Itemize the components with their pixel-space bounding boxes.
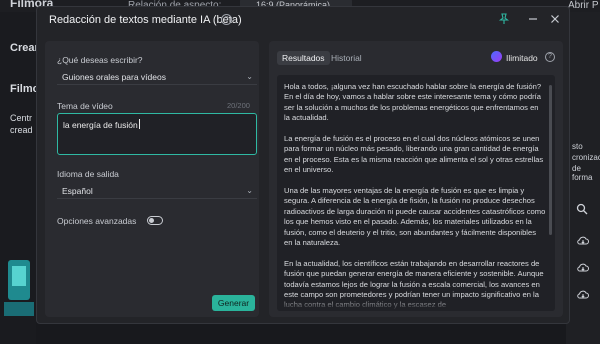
text-caret [138,119,140,129]
right-panel-text-2: cronizac [572,153,600,162]
search-icon[interactable] [576,203,588,215]
advanced-options-label: Opciones avanzadas [57,216,137,226]
language-value: Español [62,186,93,196]
cloud-download-icon[interactable] [577,236,589,246]
sidebar-item-center[interactable]: Centr [10,113,32,123]
tab-results[interactable]: Resultados [277,51,330,65]
result-text-area[interactable]: Hola a todos, ¡alguna vez han escuchado … [277,75,555,311]
topic-char-counter: 20/200 [227,101,250,110]
generate-button[interactable]: Generar [212,295,255,311]
plan-help-icon[interactable]: ? [545,52,555,62]
close-icon[interactable] [549,13,561,25]
cloud-download-icon-2[interactable] [577,263,589,273]
sidebar-item-creator: cread [10,125,33,135]
help-icon[interactable]: ? [221,14,232,25]
result-paragraph-2: La energía de fusión es el proceso en el… [284,134,544,175]
right-panel-text-3: de forma [572,164,593,182]
advanced-options-toggle[interactable] [147,216,163,225]
cloud-download-icon-3[interactable] [577,290,589,300]
input-panel: ¿Qué deseas escribir? Guiones orales par… [45,41,259,317]
chevron-down-icon: ⌄ [246,72,253,81]
result-fade [277,297,555,311]
open-project-button[interactable]: Abrir P [568,0,599,11]
illustration-icon [4,260,34,316]
dialog-title: Redacción de textos mediante IA (beta) [49,14,242,26]
pin-icon[interactable] [498,13,510,25]
plan-label: Ilimitado [506,53,538,63]
result-paragraph-3: Una de las mayores ventajas de la energí… [284,186,546,248]
write-type-value: Guiones orales para vídeos [62,72,166,82]
topic-input-text: la energía de fusión [63,120,138,130]
ai-credits-icon [491,51,502,62]
results-panel: Resultados Historial Ilimitado ? Hola a … [269,41,563,317]
chevron-down-icon: ⌄ [246,186,253,195]
sidebar-item-create[interactable]: Crear [10,42,39,54]
result-scrollbar[interactable] [549,85,552,235]
write-type-label: ¿Qué deseas escribir? [57,55,143,65]
result-paragraph-1: Hola a todos, ¡alguna vez han escuchado … [284,82,542,123]
language-select[interactable]: Español ⌄ [57,183,257,199]
topic-label: Tema de vídeo [57,101,113,111]
tab-history[interactable]: Historial [331,53,362,63]
write-type-select[interactable]: Guiones orales para vídeos ⌄ [57,69,257,85]
topic-input[interactable]: la energía de fusión [57,113,257,155]
sidebar-item-filmora[interactable]: Filmo [10,83,39,95]
result-text: Hola a todos, ¡alguna vez han escuchado … [284,82,546,311]
language-label: Idioma de salida [57,169,119,179]
minimize-icon[interactable] [527,13,539,25]
ai-copywriting-dialog: Redacción de textos mediante IA (beta) ?… [36,6,570,324]
right-panel-text-1: sto [572,142,583,151]
